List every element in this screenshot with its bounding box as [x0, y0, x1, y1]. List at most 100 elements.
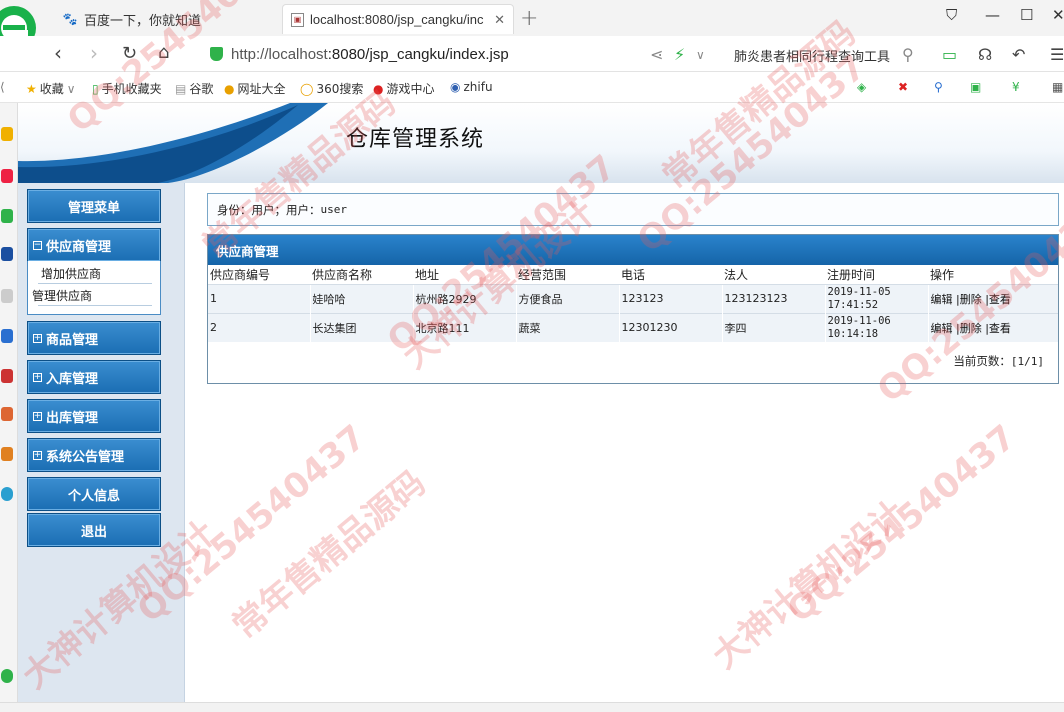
shirt-icon[interactable]: ⛉	[946, 6, 957, 24]
game-tool-icon[interactable]: ▣	[970, 80, 981, 94]
share-icon[interactable]: ⋖	[650, 45, 663, 64]
menu-group-goods[interactable]: + 商品管理	[27, 321, 161, 355]
column-header: 法人	[724, 267, 749, 282]
grid-icon[interactable]: ▦	[1052, 80, 1063, 94]
edit-link[interactable]: 编辑	[931, 322, 953, 335]
delete-link[interactable]: |删除	[956, 293, 982, 306]
add-supplier-link[interactable]: 增加供应商	[41, 265, 101, 282]
menu-group-notice[interactable]: + 系统公告管理	[27, 438, 161, 472]
bookmark-sites[interactable]: ● 网址大全	[224, 80, 286, 97]
globe-icon: ●	[224, 81, 235, 96]
cell-address: 杭州路2929	[412, 283, 516, 313]
bookmarks-edge: ⟨	[0, 80, 5, 94]
menu-group-supplier[interactable]: − 供应商管理	[27, 228, 161, 262]
cell-phone: 12301230	[618, 312, 722, 342]
app-icon[interactable]	[1, 329, 13, 343]
column-header: 供应商编号	[210, 267, 271, 282]
paw-icon: 🐾	[62, 12, 78, 26]
bookmark-google[interactable]: ▤ 谷歌	[175, 80, 213, 97]
personal-info-button[interactable]: 个人信息	[27, 477, 161, 511]
pager: 当前页数：[1/1]	[953, 353, 1044, 369]
forward-icon[interactable]: ›	[90, 41, 98, 65]
tab-localhost[interactable]: ▣ localhost:8080/jsp_cangku/inc ✕	[282, 4, 514, 34]
game2-icon[interactable]	[1, 407, 13, 421]
url-text: http://localhost:8080/jsp_cangku/index.j…	[231, 45, 509, 63]
search-icon[interactable]: ⚲	[902, 45, 914, 64]
tab-label: localhost:8080/jsp_cangku/inc	[310, 12, 484, 27]
cell-reg-time: 2019-11-06 10:14:18	[824, 312, 928, 342]
search-tool-icon[interactable]: ⚲	[934, 80, 943, 94]
minimize-icon[interactable]: —	[985, 6, 1000, 24]
extension-icon[interactable]: ◈	[857, 80, 866, 94]
browser-tab-bar: 🐾 百度一下，你就知道 ▣ localhost:8080/jsp_cangku/…	[0, 0, 1064, 50]
search-icon: ◯	[300, 81, 314, 96]
refresh-icon[interactable]: ↻	[122, 43, 137, 64]
bookmark-mobile[interactable]: ▯ 手机收藏夹	[92, 80, 162, 97]
bookmark-favorites[interactable]: ★ 收藏 ∨	[26, 80, 76, 97]
cell-address: 北京路111	[412, 312, 516, 342]
game3-icon[interactable]	[1, 447, 13, 461]
bookmark-360[interactable]: ◯ 360搜索	[300, 80, 363, 97]
battery-icon[interactable]: ▭	[942, 45, 957, 64]
circle-app-icon[interactable]	[1, 487, 13, 501]
menu-group-inbound[interactable]: + 入库管理	[27, 360, 161, 394]
cell-legal: 123123123	[721, 283, 825, 313]
close-window-icon[interactable]: ✕	[1052, 6, 1064, 24]
submenu-supplier: 增加供应商 管理供应商	[27, 261, 161, 315]
undo-icon[interactable]: ↶	[1012, 45, 1025, 64]
view-link[interactable]: |查看	[985, 322, 1011, 335]
home-icon[interactable]: ⌂	[158, 42, 169, 63]
cell-name: 长达集团	[309, 312, 413, 342]
delete-link[interactable]: |删除	[956, 322, 982, 335]
manage-supplier-link[interactable]: 管理供应商	[32, 287, 92, 304]
bookmark-games[interactable]: ● 游戏中心	[373, 80, 435, 97]
menu-title: 管理菜单	[27, 189, 161, 223]
app-title: 仓库管理系统	[346, 127, 485, 152]
edit-link[interactable]: 编辑	[931, 293, 953, 306]
doc-icon[interactable]	[1, 289, 13, 303]
bookmark-zhifu[interactable]: ◉ zhifu	[450, 80, 493, 94]
news-icon[interactable]	[1, 247, 13, 261]
star-icon[interactable]	[1, 127, 13, 141]
tab-label: 百度一下，你就知道	[84, 12, 202, 28]
expand-icon: +	[33, 410, 42, 421]
cell-legal: 李四	[721, 312, 825, 342]
page-icon: ▣	[291, 12, 304, 27]
new-tab-icon[interactable]: +	[520, 6, 538, 31]
lightning-icon[interactable]: ⚡	[674, 45, 685, 64]
column-header: 经营范围	[518, 267, 567, 282]
zhifu-icon: ◉	[450, 80, 461, 94]
cell-actions: 编辑 |删除 |查看	[927, 312, 1058, 342]
pager-value: [1/1]	[1010, 355, 1044, 368]
close-icon[interactable]: ✕	[494, 12, 505, 28]
headphone-icon[interactable]: ☊	[978, 45, 992, 64]
cell-phone: 123123	[618, 283, 722, 313]
address-bar: ‹ › ↻ ⌂ http://localhost:8080/jsp_cangku…	[0, 36, 1064, 72]
panel-title: 供应商管理	[208, 235, 1058, 265]
back-icon[interactable]: ‹	[54, 41, 62, 65]
browser-status-bar	[0, 702, 1064, 712]
column-header: 注册时间	[827, 267, 876, 282]
yuan-icon[interactable]: ¥	[1012, 80, 1020, 94]
menu-icon[interactable]: ☰	[1050, 45, 1064, 64]
view-link[interactable]: |查看	[985, 293, 1011, 306]
column-header: 供应商名称	[312, 267, 373, 282]
menu-group-outbound[interactable]: + 出库管理	[27, 399, 161, 433]
add-app-icon[interactable]	[1, 669, 13, 683]
logout-button[interactable]: 退出	[27, 513, 161, 547]
column-header: 地址	[415, 267, 440, 282]
secure-shield-icon	[210, 47, 223, 61]
cross-tool-icon[interactable]: ✖	[898, 80, 908, 94]
cell-id: 1	[208, 283, 310, 313]
tab-baidu[interactable]: 🐾 百度一下，你就知道	[54, 4, 280, 34]
column-header: 电话	[621, 267, 646, 282]
table-row: 2 长达集团 北京路111 蔬菜 12301230 李四 2019-11-06 1…	[208, 312, 1058, 342]
chevron-down-icon[interactable]: ∨	[696, 48, 705, 62]
weibo-icon[interactable]	[1, 169, 13, 183]
maximize-icon[interactable]: ☐	[1020, 6, 1033, 24]
search-suggestion[interactable]: 肺炎患者相同行程查询工具	[734, 46, 890, 65]
table-header-row: 供应商编号 供应商名称 地址 经营范围 电话 法人 注册时间 操作	[208, 265, 1058, 284]
url-input[interactable]: http://localhost:8080/jsp_cangku/index.j…	[210, 41, 710, 67]
chat-icon[interactable]	[1, 209, 13, 223]
game-icon[interactable]	[1, 369, 13, 383]
